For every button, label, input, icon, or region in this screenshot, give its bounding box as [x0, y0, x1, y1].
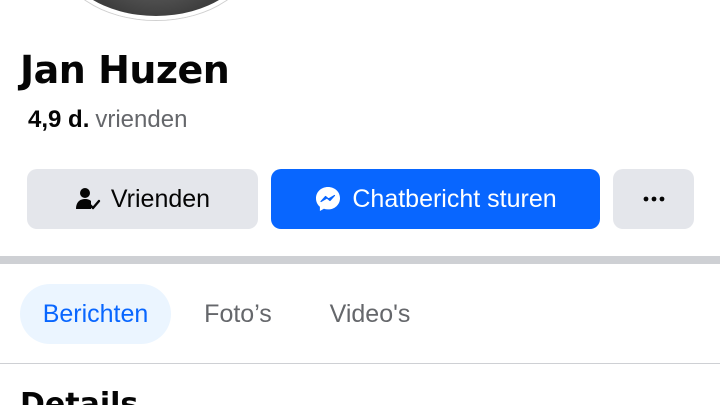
tab-videos[interactable]: Video's [316, 284, 424, 344]
more-options-button[interactable] [613, 169, 694, 229]
friend-check-icon [75, 186, 101, 212]
profile-avatar[interactable] [58, 0, 254, 20]
tabs-divider [0, 363, 720, 364]
friends-button[interactable]: Vrienden [27, 169, 258, 229]
details-heading: Details [20, 387, 139, 405]
friends-count: 4,9 d. [28, 106, 90, 133]
friends-button-label: Vrienden [110, 184, 211, 213]
friends-summary[interactable]: 4,9 d. vrienden [28, 106, 187, 134]
friends-label: vrienden [95, 106, 188, 133]
more-dots-icon [642, 195, 666, 203]
messenger-icon [314, 185, 342, 213]
send-message-label: Chatbericht sturen [352, 184, 557, 213]
send-message-button[interactable]: Chatbericht sturen [271, 169, 600, 229]
profile-name: Jan Huzen [20, 48, 230, 92]
tab-posts[interactable]: Berichten [20, 284, 171, 344]
section-divider [0, 256, 720, 264]
tab-photos[interactable]: Foto’s [190, 284, 286, 344]
